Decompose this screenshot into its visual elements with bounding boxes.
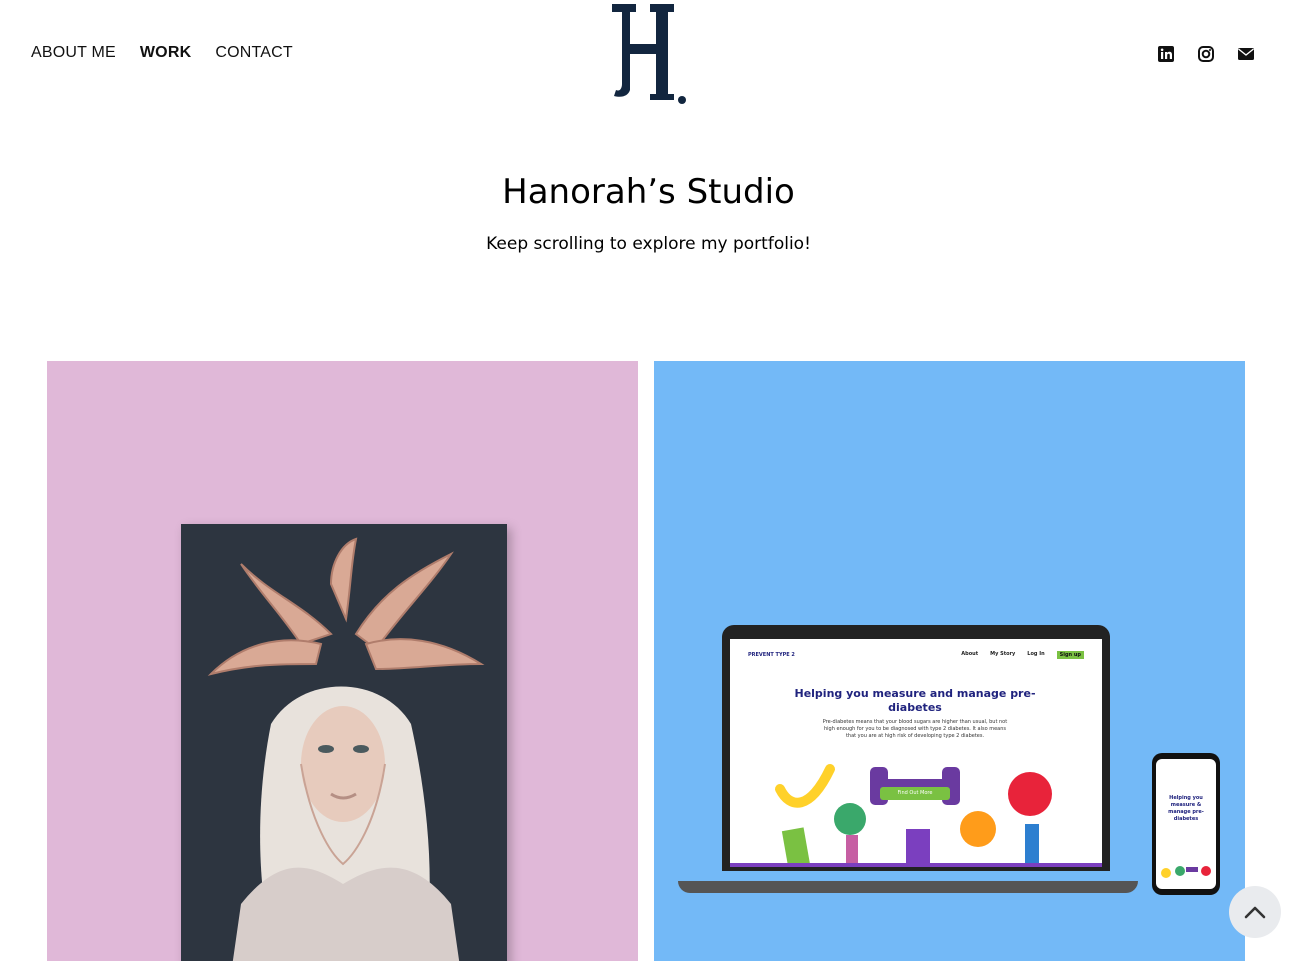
linkedin-icon[interactable]: [1157, 45, 1175, 63]
nav-work[interactable]: WORK: [140, 44, 191, 62]
laptop-screen: PREVENT TYPE 2 About My Story Log In Sig…: [730, 639, 1102, 867]
phone-screen: Helping you measure & manage pre-diabete…: [1156, 759, 1216, 889]
project-card-prevent-type-2[interactable]: PREVENT TYPE 2 About My Story Log In Sig…: [654, 361, 1245, 961]
scroll-to-top-button[interactable]: [1229, 886, 1281, 938]
phone-headline: Helping you measure & manage pre-diabete…: [1168, 795, 1204, 822]
envelope-icon[interactable]: [1237, 45, 1255, 63]
fruit-illustration: [730, 764, 1102, 867]
main-nav: ABOUT ME WORK CONTACT: [31, 44, 293, 62]
mock-body: Pre-diabetes means that your blood sugar…: [822, 719, 1008, 739]
laptop-base: [678, 881, 1138, 893]
mock-cta: Find Out More: [880, 787, 950, 800]
mock-link-story: My Story: [990, 651, 1016, 657]
phone-illustration: [1161, 866, 1211, 878]
logo-mark: [612, 4, 686, 104]
mock-brand: PREVENT TYPE 2: [748, 652, 795, 658]
mock-nav: PREVENT TYPE 2 About My Story Log In Sig…: [748, 651, 1084, 659]
page-title: Hanorah’s Studio: [502, 172, 795, 212]
nav-about-me[interactable]: ABOUT ME: [31, 44, 116, 62]
mock-headline: Helping you measure and manage pre-diabe…: [794, 687, 1036, 714]
mock-links: About My Story Log In Sign up: [961, 651, 1084, 659]
instagram-icon[interactable]: [1197, 45, 1215, 63]
project-image-poster: [181, 524, 507, 961]
page-subtitle: Keep scrolling to explore my portfolio!: [486, 234, 811, 254]
phone-mockup: Helping you measure & manage pre-diabete…: [1152, 753, 1220, 895]
laptop-mockup: PREVENT TYPE 2 About My Story Log In Sig…: [722, 625, 1110, 871]
chevron-up-icon: [1244, 906, 1266, 919]
social-links: [1157, 45, 1255, 63]
site-logo[interactable]: [598, 0, 698, 110]
mock-signup: Sign up: [1056, 651, 1084, 659]
project-card-makeup[interactable]: [47, 361, 638, 961]
nav-contact[interactable]: CONTACT: [215, 44, 293, 62]
mock-link-about: About: [961, 651, 979, 657]
mock-link-login: Log In: [1027, 651, 1045, 657]
